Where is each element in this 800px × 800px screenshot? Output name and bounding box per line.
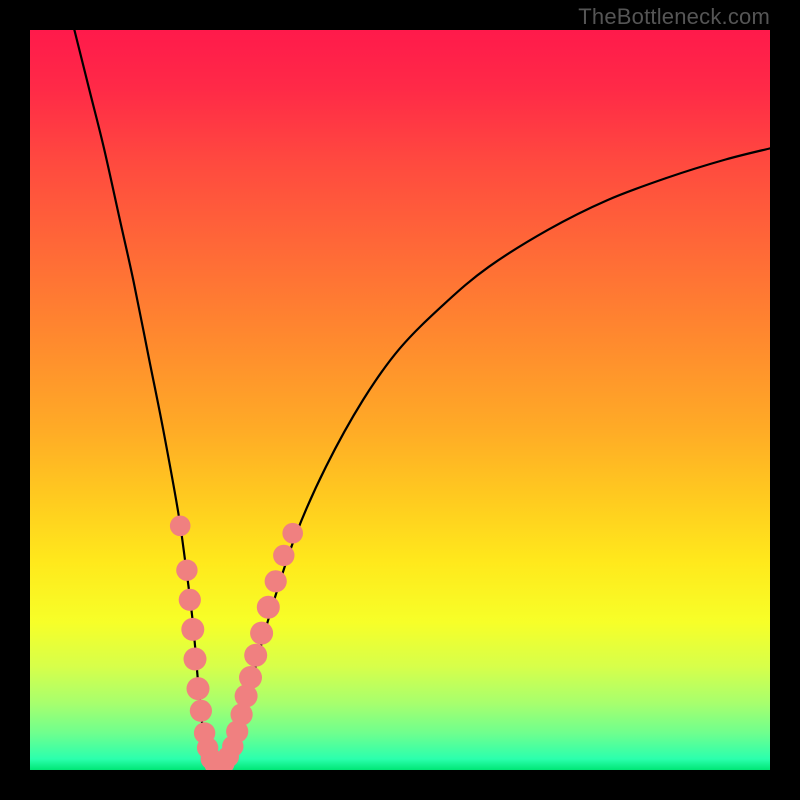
chart-frame: TheBottleneck.com: [0, 0, 800, 800]
curve-marker-dot: [190, 700, 212, 722]
curve-marker-dot: [184, 648, 207, 671]
watermark-label: TheBottleneck.com: [578, 4, 770, 30]
curve-marker-dot: [179, 589, 201, 611]
curve-marker-dot: [239, 666, 262, 689]
curve-marker-dot: [187, 677, 210, 700]
curve-markers: [170, 516, 303, 771]
bottleneck-curve: [74, 30, 770, 770]
curve-marker-dot: [176, 560, 197, 581]
curve-marker-dot: [265, 570, 287, 592]
curve-marker-dot: [244, 644, 267, 667]
curve-marker-dot: [170, 516, 191, 537]
curve-marker-dot: [181, 618, 204, 641]
curve-marker-dot: [273, 545, 294, 566]
curve-marker-dot: [250, 622, 273, 645]
curve-marker-dot: [257, 596, 280, 619]
plot-area: [30, 30, 770, 770]
curve-layer: [30, 30, 770, 770]
curve-marker-dot: [282, 523, 303, 544]
